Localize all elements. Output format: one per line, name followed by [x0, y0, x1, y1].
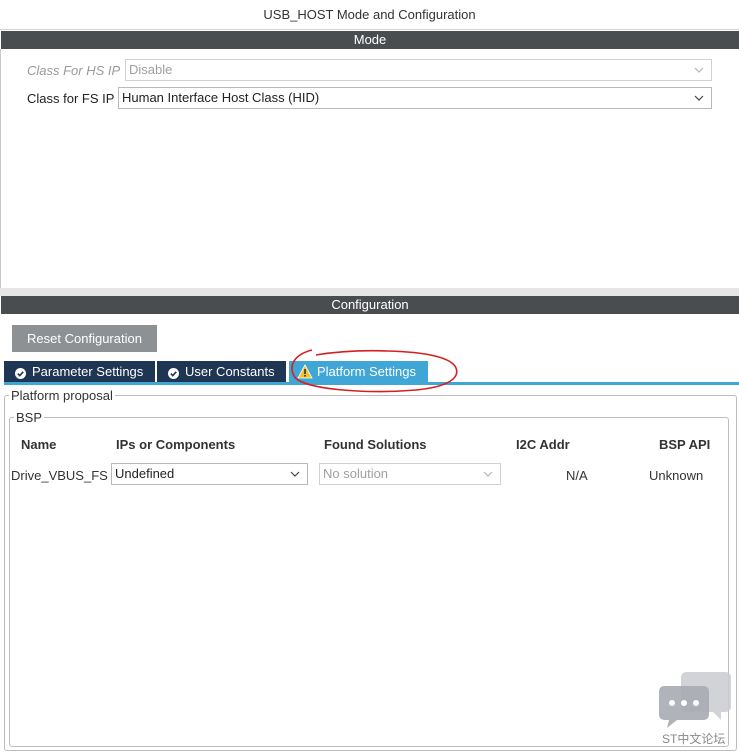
column-header-bsp-api: BSP API [659, 437, 711, 452]
solution-value: No solution [323, 466, 389, 481]
tab-label: User Constants [185, 364, 275, 379]
tab-label: Parameter Settings [32, 364, 144, 379]
row-name: Drive_VBUS_FS [11, 468, 108, 483]
hs-ip-value: Disable [129, 62, 173, 77]
chevron-down-icon [692, 91, 706, 105]
bsp-group: BSP Name IPs or Components Found Solutio… [9, 411, 729, 747]
row-i2c-addr: N/A [566, 468, 588, 483]
mode-panel: Class For HS IP Disable Class for FS IP … [0, 49, 739, 289]
configuration-panel: Reset Configuration Parameter Settings U… [0, 314, 739, 753]
hs-ip-label: Class For HS IP [27, 63, 121, 78]
tab-user-constants[interactable]: User Constants [157, 361, 286, 383]
platform-proposal-legend: Platform proposal [9, 388, 115, 403]
chevron-down-icon [692, 63, 706, 77]
platform-proposal-group: Platform proposal BSP Name IPs or Compon… [4, 389, 737, 751]
fs-ip-select[interactable]: Human Interface Host Class (HID) [118, 87, 712, 109]
column-header-i2c-addr: I2C Addr [516, 437, 570, 452]
component-select[interactable]: Undefined [111, 463, 308, 485]
reset-configuration-button[interactable]: Reset Configuration [12, 325, 157, 352]
tab-underline [4, 382, 739, 385]
hs-ip-select[interactable]: Disable [125, 59, 712, 81]
chevron-down-icon [288, 467, 302, 481]
check-circle-icon [14, 365, 27, 379]
tab-parameter-settings[interactable]: Parameter Settings [4, 361, 155, 383]
column-header-name: Name [21, 437, 57, 452]
fs-ip-label: Class for FS IP [27, 91, 115, 106]
warning-icon [297, 364, 313, 379]
configuration-section-header: Configuration [1, 296, 739, 314]
window-title: USB_HOST Mode and Configuration [0, 0, 739, 30]
check-circle-icon [167, 365, 180, 379]
bsp-legend: BSP [14, 410, 45, 425]
chevron-down-icon [481, 467, 495, 481]
watermark-text: ST中文论坛 [662, 732, 726, 746]
column-header-found-solutions: Found Solutions [324, 437, 427, 452]
tab-label: Platform Settings [317, 364, 416, 379]
row-bsp-api: Unknown [649, 468, 704, 483]
fs-ip-value: Human Interface Host Class (HID) [122, 90, 320, 105]
mode-section-header: Mode [1, 31, 739, 49]
solution-select[interactable]: No solution [319, 463, 501, 485]
component-value: Undefined [115, 466, 175, 481]
column-header-ips-components: IPs or Components [116, 437, 236, 452]
section-divider [0, 288, 739, 296]
tab-platform-settings[interactable]: Platform Settings [289, 361, 428, 383]
